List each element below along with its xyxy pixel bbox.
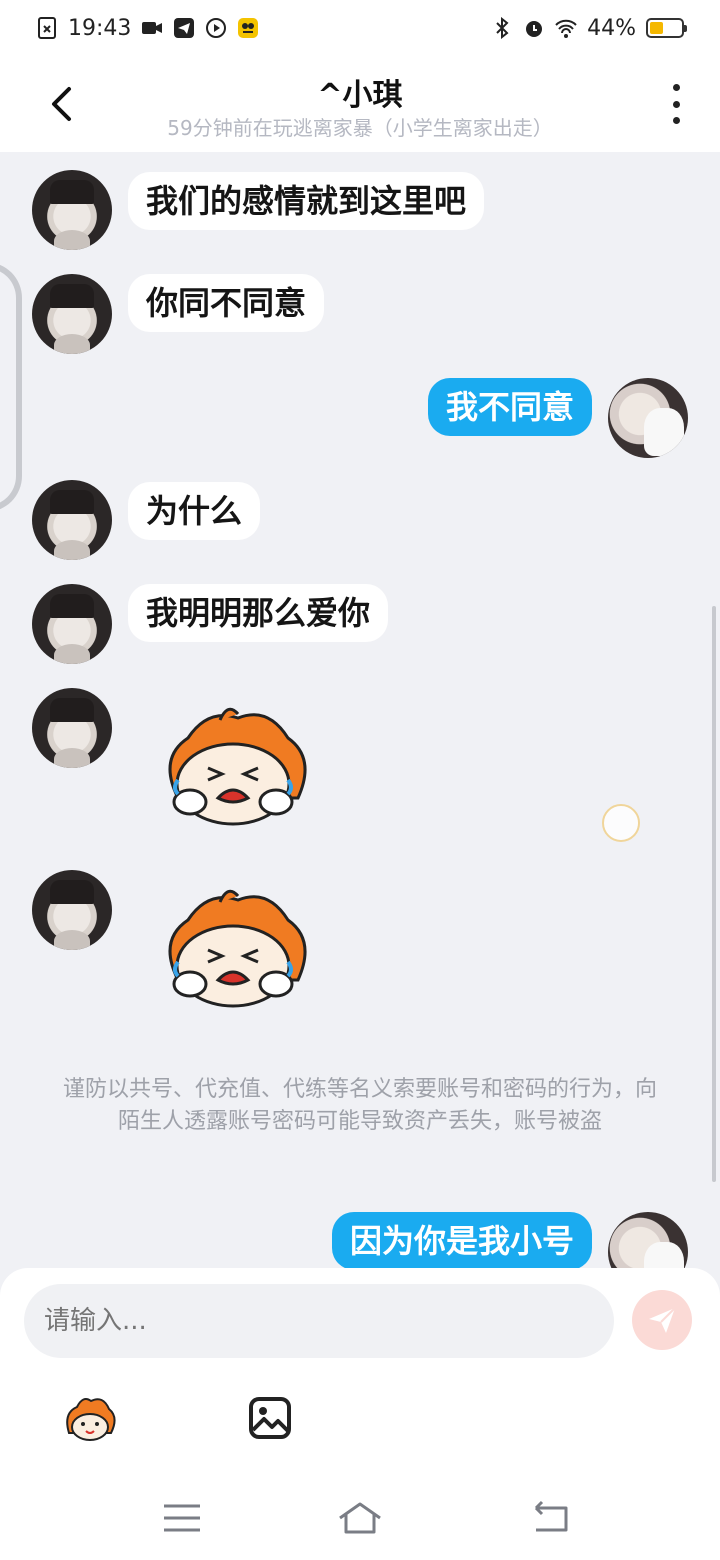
image-button[interactable] bbox=[240, 1388, 300, 1448]
video-camera-icon bbox=[142, 22, 163, 34]
home-nav-button[interactable] bbox=[336, 1498, 384, 1538]
telegram-icon bbox=[174, 18, 195, 38]
edge-gesture-handle[interactable] bbox=[0, 262, 22, 512]
bluetooth-icon bbox=[496, 17, 509, 39]
status-bar: 19:43 44% bbox=[0, 0, 720, 56]
my-avatar[interactable] bbox=[608, 1212, 688, 1268]
crying-mascot-sticker[interactable] bbox=[148, 698, 318, 828]
menu-nav-button[interactable] bbox=[158, 1498, 206, 1538]
alarm-icon bbox=[526, 21, 543, 37]
sim-icon bbox=[38, 17, 56, 39]
status-right: 44% bbox=[491, 15, 687, 41]
message-bubble-incoming[interactable]: 我明明那么爱你 bbox=[128, 584, 389, 642]
contact-name: ^小琪 bbox=[317, 78, 403, 113]
floating-assist-button[interactable] bbox=[602, 804, 640, 842]
system-nav-bar bbox=[0, 1480, 720, 1560]
battery-fill bbox=[650, 22, 663, 34]
status-left: 19:43 bbox=[36, 16, 259, 41]
send-button[interactable] bbox=[632, 1290, 692, 1350]
contact-avatar[interactable] bbox=[32, 170, 112, 250]
contact-status: 59分钟前在玩逃离家暴（小学生离家出走） bbox=[167, 116, 553, 140]
image-gallery-icon bbox=[249, 1397, 291, 1439]
battery-icon bbox=[646, 18, 687, 38]
contact-avatar[interactable] bbox=[32, 870, 112, 950]
emoji-button[interactable] bbox=[60, 1388, 120, 1448]
contact-avatar[interactable] bbox=[32, 688, 112, 768]
message-bubble-incoming[interactable]: 我们的感情就到这里吧 bbox=[128, 172, 485, 230]
chat-message-list[interactable]: 我们的感情就到这里吧 你同不同意 我不同意 为什么 我明明那么爱你 谨防以共号、… bbox=[0, 152, 720, 1268]
send-paper-plane-icon bbox=[649, 1307, 676, 1333]
security-notice: 谨防以共号、代充值、代练等名义索要账号和密码的行为，向陌生人透露账号密码可能导致… bbox=[62, 1077, 657, 1134]
wifi-icon bbox=[555, 19, 577, 38]
status-time: 19:43 bbox=[68, 15, 132, 41]
contact-avatar[interactable] bbox=[32, 584, 112, 664]
chat-scrollbar[interactable] bbox=[712, 606, 716, 1182]
play-icon bbox=[206, 18, 227, 38]
message-bubble-outgoing[interactable]: 我不同意 bbox=[427, 378, 592, 436]
contact-avatar[interactable] bbox=[32, 274, 112, 354]
more-vertical-icon bbox=[672, 84, 680, 91]
more-options-button[interactable] bbox=[662, 84, 690, 124]
message-bubble-incoming[interactable]: 你同不同意 bbox=[128, 274, 325, 332]
back-nav-button[interactable] bbox=[526, 1498, 574, 1538]
battery-percent: 44% bbox=[587, 15, 636, 41]
message-bubble-outgoing[interactable]: 因为你是我小号 bbox=[331, 1212, 592, 1268]
crying-mascot-sticker[interactable] bbox=[148, 880, 318, 1010]
contact-avatar[interactable] bbox=[32, 480, 112, 560]
mascot-emoji-icon bbox=[66, 1398, 116, 1441]
message-bubble-incoming[interactable]: 为什么 bbox=[128, 482, 261, 540]
my-avatar[interactable] bbox=[608, 378, 688, 458]
message-input[interactable] bbox=[24, 1284, 614, 1358]
app-notification-icon bbox=[238, 18, 259, 38]
chat-header: ^小琪 59分钟前在玩逃离家暴（小学生离家出走） bbox=[0, 56, 720, 152]
